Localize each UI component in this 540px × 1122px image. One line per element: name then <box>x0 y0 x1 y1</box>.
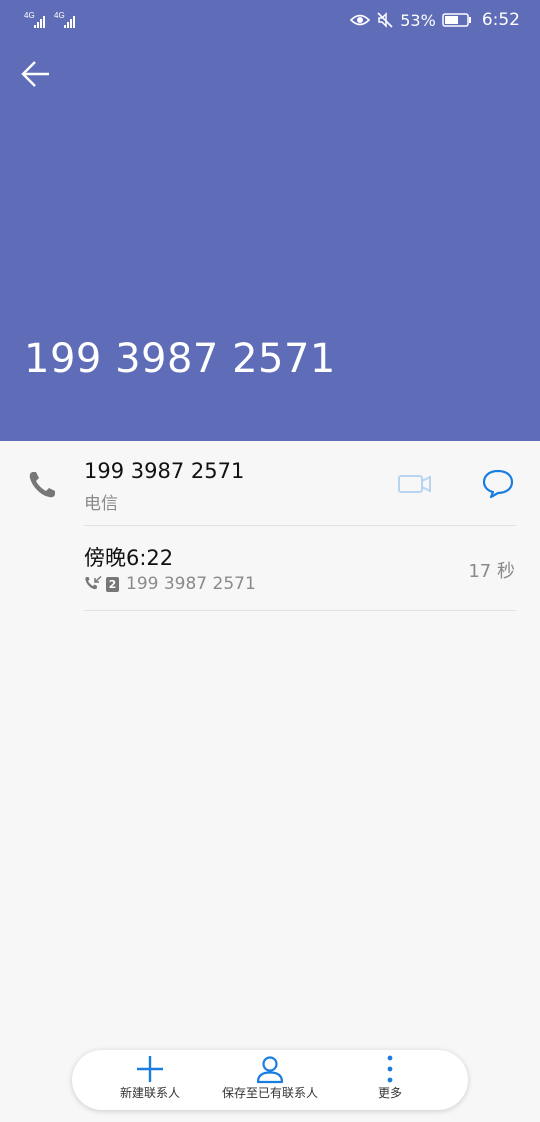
more-button[interactable]: 更多 <box>360 1050 420 1110</box>
contact-number: 199 3987 2571 <box>84 459 245 483</box>
battery-percent: 53% <box>400 10 436 30</box>
carrier-label: 电信 <box>84 494 118 514</box>
battery-icon <box>442 13 471 27</box>
more-label: 更多 <box>377 1086 402 1100</box>
save-to-existing-label: 保存至已有联系人 <box>221 1086 318 1100</box>
back-button[interactable] <box>18 56 54 92</box>
sim-badge: 2 <box>106 576 119 592</box>
call-duration: 17 秒 <box>468 561 515 582</box>
call-log-row[interactable]: 傍晚6:22 2 199 3987 2571 17 秒 <box>0 527 540 611</box>
contact-number-row[interactable]: 199 3987 2571 电信 <box>0 441 540 527</box>
call-time: 傍晚6:22 <box>84 546 174 570</box>
phone-icon[interactable] <box>26 469 58 501</box>
header-phone-number: 199 3987 2571 <box>24 336 336 382</box>
message-icon[interactable] <box>481 468 515 500</box>
divider <box>84 610 516 611</box>
call-number: 199 3987 2571 <box>126 574 256 594</box>
status-right-group: 53% 6:52 <box>350 10 520 30</box>
more-vertical-icon <box>387 1055 393 1083</box>
divider <box>84 525 516 526</box>
eye-icon <box>350 14 371 26</box>
person-icon <box>256 1056 284 1084</box>
outgoing-call-icon <box>85 576 102 590</box>
header: 4G 4G 53% 6:52 199 3987 2571 <box>0 0 540 441</box>
save-to-existing-contact-button[interactable]: 保存至已有联系人 <box>210 1050 330 1110</box>
new-contact-label: 新建联系人 <box>119 1086 180 1100</box>
call-details: 2 199 3987 2571 <box>84 574 256 594</box>
new-contact-button[interactable]: 新建联系人 <box>110 1050 190 1110</box>
video-call-icon[interactable] <box>397 471 433 497</box>
back-arrow-icon <box>21 61 49 87</box>
bottom-action-bar: 新建联系人 保存至已有联系人 更多 <box>72 1050 468 1110</box>
plus-icon <box>137 1056 163 1082</box>
mute-icon <box>377 12 393 28</box>
status-time: 6:52 <box>481 10 520 30</box>
status-bar: 4G 4G 53% 6:52 <box>0 0 540 42</box>
